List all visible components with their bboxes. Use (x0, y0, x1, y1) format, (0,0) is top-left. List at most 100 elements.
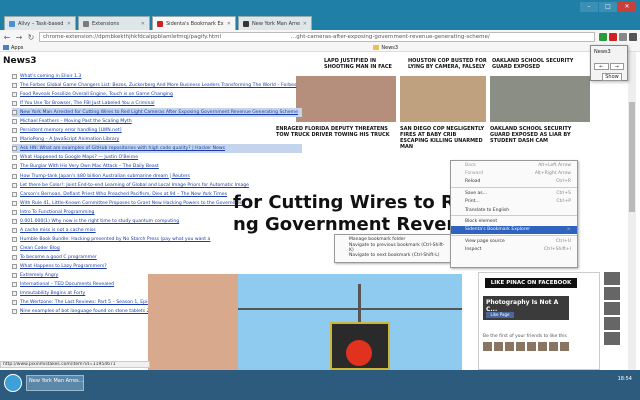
tab-favicon-icon (157, 20, 163, 27)
page-favicon-icon (12, 200, 17, 206)
bookmark-list-item[interactable]: If You Use Tor Browser, The FBI Just Lab… (12, 99, 302, 108)
close-icon[interactable]: ✕ (67, 21, 71, 27)
context-menu-item[interactable]: Translate to English (451, 206, 577, 214)
close-icon[interactable]: ✕ (303, 21, 307, 27)
show-button[interactable]: Show (602, 73, 622, 81)
facebook-share-icon[interactable] (604, 272, 620, 285)
reload-icon[interactable]: ↻ (27, 33, 35, 42)
google-plus-share-icon[interactable] (604, 302, 620, 315)
context-menu-item[interactable]: Save as... Ctrl+S (451, 189, 577, 197)
like-page-button[interactable]: Like Page (486, 312, 514, 318)
close-icon[interactable]: ✕ (141, 21, 145, 27)
taskbar-chrome-window[interactable]: New York Man Arres... (26, 375, 84, 391)
bookmark-list-item[interactable]: Food Reveals Fossilize Overall Engine, T… (12, 90, 302, 99)
close-icon[interactable]: ✕ (227, 21, 231, 27)
twitter-share-icon[interactable] (604, 287, 620, 300)
bookmark-folder-news3[interactable]: News3 (373, 45, 398, 51)
browser-toolbar: ← → ↻ chrome-extension://dpmbkekthjhkfdc… (0, 30, 640, 44)
avatar[interactable] (516, 342, 525, 351)
bookmark-list-item[interactable]: Humble Book Bundle: Hacking presented by… (12, 235, 302, 244)
minimize-icon[interactable]: – (580, 2, 598, 12)
maximize-icon[interactable]: □ (599, 2, 617, 12)
bookmark-list-item[interactable]: The Forbes Global Game Changers List: Be… (12, 81, 302, 90)
caption-2[interactable]: SAN DIEGO COP NEGLIGENTLY FIRES AT BABY … (400, 126, 486, 150)
bookmark-list-item[interactable]: What Happens to Lazy Programmers? (12, 262, 302, 271)
tab-news[interactable]: New York Man Arrested ✕ (238, 16, 312, 30)
menu-icon[interactable] (629, 33, 637, 41)
scrollbar-thumb[interactable] (629, 102, 635, 212)
bookmark-list-item[interactable]: Clean Coder Blog (12, 244, 302, 253)
wire (238, 308, 462, 310)
page-title: News3 (3, 56, 37, 66)
context-menu-item[interactable]: Inspect Ctrl+Shift+I (451, 246, 577, 254)
page-favicon-icon (12, 209, 17, 215)
bookmark-list-item[interactable]: Persistent memory error handling [LWN.ne… (12, 126, 302, 135)
extension-gray-icon[interactable] (619, 33, 627, 41)
tab-extensions[interactable]: Extensions ✕ (78, 16, 150, 30)
submenu-item[interactable]: Navigate to previous bookmark (Ctrl-Shif… (335, 243, 451, 253)
news-photo-3[interactable] (490, 76, 590, 122)
next-bookmark-button[interactable]: → (609, 63, 624, 70)
page-favicon-icon (12, 74, 17, 80)
context-menu-item[interactable]: Print... Ctrl+P (451, 198, 577, 206)
popup-title: News3 (594, 49, 611, 55)
close-window-icon[interactable]: ✕ (618, 2, 636, 12)
reddit-share-icon[interactable] (604, 317, 620, 330)
page-favicon-icon (12, 282, 17, 288)
submenu-item[interactable]: Navigate to next bookmark (Ctrl-Shift-L) (335, 252, 451, 260)
bookmark-list-item[interactable]: MarioPong – A JavaScript Animation Libra… (12, 135, 302, 144)
bookmark-explorer-extension-icon[interactable] (609, 33, 617, 41)
bookmark-list-item[interactable]: What's coming in Elixir 1.3 (12, 72, 302, 81)
page-favicon-icon (12, 254, 17, 260)
bookmark-list-item[interactable]: Ask HN: What are examples of GitHub repo… (12, 144, 302, 154)
context-menu-item[interactable]: Forward Alt+Right Arrow (451, 169, 577, 177)
avatar[interactable] (549, 342, 558, 351)
bookmark-list-item[interactable]: Let there be Color!: Joint End-to-end Le… (12, 181, 302, 190)
bookmark-list-item[interactable]: To become a good C programmer (12, 253, 302, 262)
more-share-icon[interactable] (604, 332, 620, 345)
context-menu-item[interactable]: View page source Ctrl+U (451, 237, 577, 245)
avatar[interactable] (494, 342, 503, 351)
headline-3[interactable]: OAKLAND SCHOOL SECURITY GUARD EXPOSED (492, 58, 588, 70)
bookmark-list-item[interactable]: New York Man Arrested for Cutting Wires … (12, 108, 302, 118)
avatar[interactable] (505, 342, 514, 351)
page-favicon-icon (12, 155, 17, 161)
extension-icons (599, 33, 637, 41)
extension-green-icon[interactable] (599, 33, 607, 41)
article-photo-face (148, 274, 238, 370)
context-menu-item[interactable]: Block element (451, 217, 577, 225)
apps-grid-icon (3, 45, 9, 50)
back-arrow-icon[interactable]: ← (3, 33, 11, 42)
page-favicon-icon (12, 191, 17, 197)
scrollbar[interactable] (628, 52, 636, 370)
context-menu-item[interactable]: Sidenta's Bookmark Explorer ▶ (451, 225, 577, 235)
headline-2[interactable]: HOUSTON COP BUSTED FOR LYING BY CAMERA, … (408, 58, 492, 70)
avatar[interactable] (527, 342, 536, 351)
bookmark-list-item[interactable]: Michael Feathers – Moving Past the Scali… (12, 117, 302, 126)
avatar[interactable] (560, 342, 569, 351)
news-photo-2[interactable] (400, 76, 486, 122)
bookmark-list-item[interactable]: The Burglar With His Very Own Mac Attack… (12, 162, 302, 171)
page-favicon-icon (12, 245, 17, 251)
status-url: http://www.pixinmistakes.com/item?id=119… (0, 361, 150, 368)
bookmark-list-item[interactable]: What Happened to Google Maps? — Justin O… (12, 153, 302, 162)
avatar[interactable] (538, 342, 547, 351)
address-bar[interactable]: chrome-extension://dpmbkekthjhkfdcalppbl… (39, 32, 595, 42)
context-menu-item[interactable]: Back Alt+Left Arrow (451, 161, 577, 169)
context-menu-item[interactable]: Reload Ctrl+R (451, 178, 577, 186)
headline-1[interactable]: LAPD JUSTIFIED IN SHOOTING MAN IN FACE (324, 58, 404, 70)
prev-bookmark-button[interactable]: ← (594, 63, 609, 70)
bookmark-list-item[interactable]: How Trump-tank Japan's $80 billion Austr… (12, 172, 302, 181)
forward-arrow-icon[interactable]: → (15, 33, 23, 42)
start-button-icon[interactable] (4, 374, 22, 392)
tab-bookmark-explorer[interactable]: Sidenta's Bookmark Explo ✕ (152, 16, 236, 30)
caption-3[interactable]: OAKLAND SCHOOL SECURITY GUARD EXPOSED AS… (490, 126, 590, 144)
tab-favicon-icon (9, 20, 15, 27)
social-buttons (604, 272, 620, 345)
tab-allvy[interactable]: Allvy – Task-based web ✕ (4, 16, 76, 30)
apps-shortcut[interactable]: Apps (3, 45, 23, 51)
avatar[interactable] (483, 342, 492, 351)
page-favicon-icon (12, 92, 17, 98)
news-photo-1[interactable] (296, 76, 396, 122)
friend-faces (483, 342, 569, 351)
